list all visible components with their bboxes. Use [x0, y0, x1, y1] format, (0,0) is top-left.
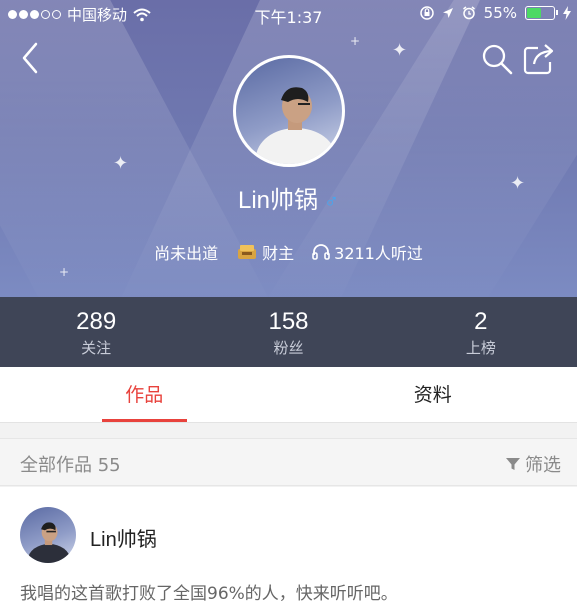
listen-count-tag: 3211人听过	[312, 240, 423, 264]
profile-tags: 尚未出道 财主 3211人听过	[0, 240, 577, 264]
stat-label: 上榜	[465, 339, 496, 357]
sparkle-icon: +	[59, 265, 70, 279]
male-gender-icon: ♂	[324, 191, 340, 213]
work-item[interactable]: Lin帅锅 我唱的这首歌打败了全国96%的人，快来听听吧。	[0, 487, 577, 613]
rich-badge-icon	[238, 245, 257, 259]
profile-tabs: 作品 资料	[0, 367, 577, 423]
stat-label: 粉丝	[273, 339, 304, 357]
wealth-tag[interactable]: 财主	[236, 240, 294, 264]
work-description: 我唱的这首歌打败了全国96%的人，快来听听吧。	[20, 584, 398, 604]
sparkle-icon: ✦	[392, 40, 408, 61]
stats-bar: 289 关注 158 粉丝 2 上榜	[0, 297, 577, 367]
stat-label: 关注	[81, 339, 112, 357]
battery-percent: 55%	[483, 4, 517, 22]
works-filter-bar: 全部作品 55 筛选	[0, 438, 577, 486]
share-icon[interactable]	[522, 42, 556, 76]
profile-username: Lin帅锅 ♂	[0, 180, 577, 215]
stat-following[interactable]: 289 关注	[0, 297, 192, 367]
headphones-icon	[312, 244, 330, 260]
status-bar: 中国移动 下午1:37 55%	[0, 0, 577, 28]
profile-avatar[interactable]	[233, 55, 345, 167]
profile-header: ✦ + ✦ ✦ + 中国移动 下午1:37 55% Lin帅锅 ♂ 尚未出道 财…	[0, 0, 577, 297]
sparkle-icon: ✦	[113, 153, 129, 174]
tab-works[interactable]: 作品	[0, 367, 289, 422]
tab-profile-info[interactable]: 资料	[289, 367, 577, 422]
stat-value: 289	[76, 308, 117, 335]
stat-value: 2	[474, 308, 488, 335]
orientation-lock-icon	[419, 6, 434, 20]
back-chevron-icon[interactable]	[18, 40, 46, 76]
sparkle-icon: +	[350, 34, 361, 48]
alarm-icon	[462, 6, 475, 20]
filter-button[interactable]: 筛选	[505, 451, 561, 477]
debut-status-tag: 尚未出道	[154, 240, 218, 264]
author-avatar[interactable]	[20, 507, 76, 563]
charging-icon	[563, 6, 571, 20]
person-photo-icon	[256, 87, 336, 164]
stat-value: 158	[268, 308, 309, 335]
works-count: 全部作品 55	[20, 455, 121, 476]
filter-label: 筛选	[525, 455, 561, 476]
username-text: Lin帅锅	[237, 187, 319, 214]
stat-rankings[interactable]: 2 上榜	[385, 297, 577, 367]
search-icon[interactable]	[480, 42, 514, 76]
battery-icon	[525, 6, 558, 20]
funnel-icon	[506, 458, 520, 470]
person-photo-icon	[27, 522, 71, 563]
tag-label: 3211人听过	[334, 244, 423, 263]
tag-label: 尚未出道	[154, 244, 219, 263]
work-author-name[interactable]: Lin帅锅	[90, 523, 157, 552]
location-icon	[442, 8, 453, 18]
stat-followers[interactable]: 158 粉丝	[192, 297, 384, 367]
tag-label: 财主	[262, 244, 295, 263]
